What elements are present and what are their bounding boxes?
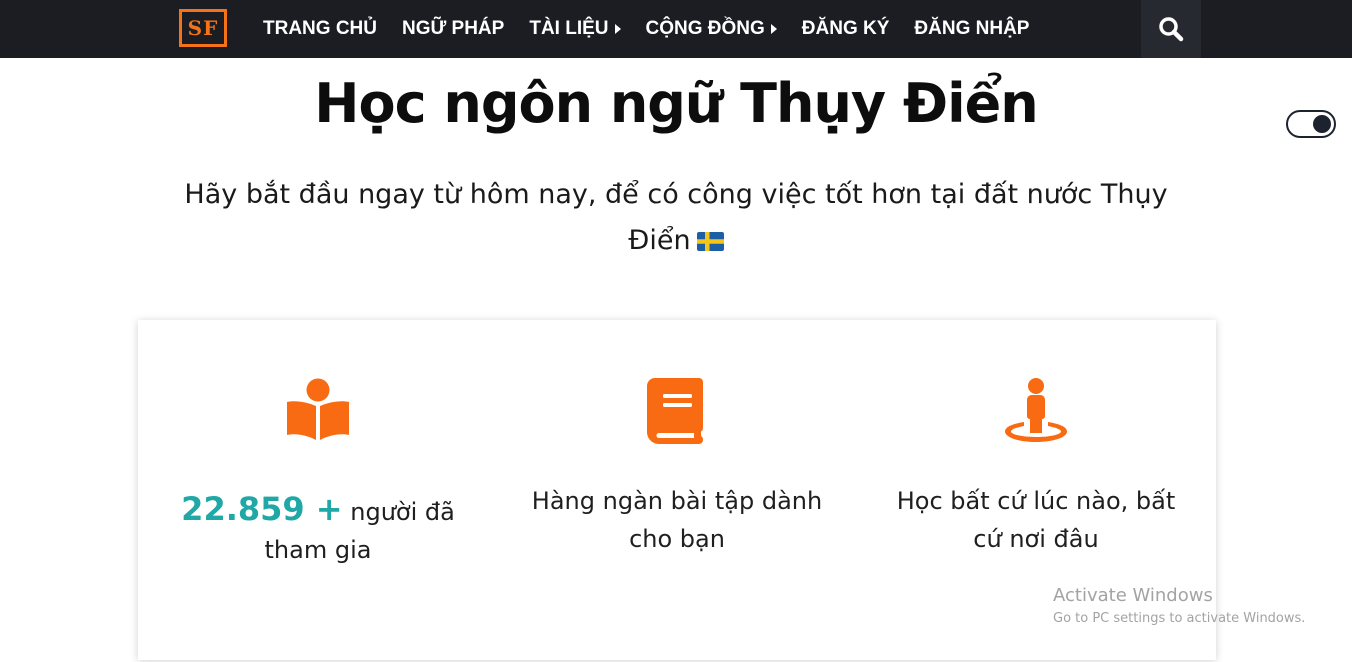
feature-members-text: 22.859 + người đã tham gia bbox=[168, 490, 468, 569]
street-view-icon bbox=[1005, 378, 1067, 442]
page-title: Học ngôn ngữ Thụy Điển bbox=[314, 72, 1038, 135]
nav-item-ngu-phap[interactable]: NGỮ PHÁP bbox=[402, 18, 504, 40]
nav-item-trang-chu[interactable]: TRANG CHỦ bbox=[263, 18, 377, 40]
nav-item-label: CỘNG ĐỒNG bbox=[645, 18, 765, 39]
caret-right-icon bbox=[614, 24, 621, 34]
main-nav: TRANG CHỦ NGỮ PHÁP TÀI LIỆU CỘNG ĐỒNG ĐĂ… bbox=[263, 0, 1054, 58]
nav-item-label: ĐĂNG KÝ bbox=[801, 18, 890, 39]
book-icon bbox=[647, 378, 703, 444]
sweden-flag-icon bbox=[696, 232, 724, 251]
nav-item-tai-lieu[interactable]: TÀI LIỆU bbox=[529, 18, 621, 40]
member-count: 22.859 + bbox=[181, 490, 343, 528]
hero-subtitle: Hãy bắt đầu ngay từ hôm nay, để có công … bbox=[150, 172, 1202, 264]
toggle-knob bbox=[1313, 114, 1331, 133]
theme-toggle[interactable] bbox=[1286, 110, 1336, 138]
nav-item-label: NGỮ PHÁP bbox=[402, 18, 505, 39]
nav-item-dang-ky[interactable]: ĐĂNG KÝ bbox=[802, 18, 890, 40]
search-icon bbox=[1159, 17, 1184, 42]
search-button[interactable] bbox=[1141, 0, 1201, 58]
activate-windows-watermark: Activate Windows Go to PC settings to ac… bbox=[1053, 584, 1305, 630]
watermark-subtitle: Go to PC settings to activate Windows. bbox=[1053, 611, 1306, 626]
nav-item-label: TÀI LIỆU bbox=[529, 18, 609, 39]
watermark-title: Activate Windows bbox=[1053, 585, 1213, 606]
nav-item-label: TRANG CHỦ bbox=[263, 18, 377, 39]
feature-exercises-text: Hàng ngàn bài tập dành cho bạn bbox=[531, 487, 823, 553]
caret-right-icon bbox=[770, 24, 777, 34]
feature-anywhere-text: Học bất cứ lúc nào, bất cứ nơi đâu bbox=[896, 487, 1176, 553]
nav-item-cong-dong[interactable]: CỘNG ĐỒNG bbox=[646, 18, 777, 40]
nav-item-label: ĐĂNG NHẬP bbox=[914, 18, 1030, 39]
nav-item-dang-nhap[interactable]: ĐĂNG NHẬP bbox=[914, 18, 1029, 40]
reader-icon bbox=[287, 378, 349, 440]
site-logo[interactable]: SF bbox=[179, 9, 227, 47]
hero-subtitle-text: Hãy bắt đầu ngay từ hôm nay, để có công … bbox=[184, 179, 1168, 256]
top-navbar: SF TRANG CHỦ NGỮ PHÁP TÀI LIỆU CỘNG ĐỒNG… bbox=[0, 0, 1352, 58]
